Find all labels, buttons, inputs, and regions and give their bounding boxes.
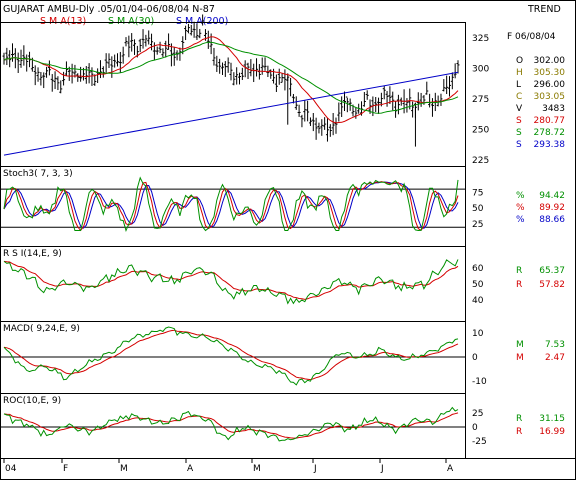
- stoch-k-line: [3, 176, 459, 232]
- rsi-readout-key-0: R: [516, 266, 522, 276]
- macd-readout-key-1: M: [516, 353, 524, 363]
- stoch-readout-value-0: 94.42: [539, 191, 565, 201]
- x-label-1: F: [63, 464, 68, 474]
- rsi-label: R S I(14,E, 9): [3, 249, 62, 259]
- macd-tick-10: 10: [472, 329, 484, 339]
- readout-date: F 06/08/04: [507, 32, 556, 42]
- stoch-readout-value-2: 88.66: [539, 215, 565, 225]
- x-label-7: A: [447, 464, 454, 474]
- x-label-3: A: [187, 464, 194, 474]
- price-readout-key-4: V: [516, 104, 523, 114]
- roc-panel-frame: [0, 393, 466, 459]
- price-readout-value-5: 280.77: [534, 116, 566, 126]
- sma13-legend: S M A(13): [40, 16, 86, 27]
- rsi-readout-key-1: R: [516, 280, 522, 290]
- x-label-6: J: [380, 464, 384, 474]
- macd-tick--10: -10: [472, 377, 487, 387]
- macd-signal-line: [3, 329, 459, 381]
- roc-readout-value-1: 16.99: [539, 427, 565, 437]
- roc-tick-0: 0: [472, 423, 478, 433]
- price-tick-325: 325: [472, 34, 489, 44]
- macd-readout-key-0: M: [516, 340, 524, 350]
- x-label-4: M: [253, 464, 261, 474]
- stoch-readout-value-1: 89.92: [539, 203, 565, 213]
- roc-readout-value-0: 31.15: [539, 414, 565, 424]
- x-label-0: 04: [5, 464, 17, 474]
- price-readout-key-1: H: [516, 68, 523, 78]
- rsi-tick-60: 60: [472, 264, 484, 274]
- price-tick-250: 250: [472, 126, 489, 136]
- roc-readout-key-0: R: [516, 414, 522, 424]
- stoch-label: Stoch3( 7, 3, 3): [3, 169, 73, 179]
- price-readout-value-4: 3483: [542, 104, 565, 114]
- price-readout-value-1: 305.30: [534, 68, 566, 78]
- price-readout-value-7: 293.38: [534, 140, 566, 150]
- sma30-legend: S M A(30): [108, 16, 154, 27]
- chart-title: GUJARAT AMBU-Dly .05/01/04-06/08/04 N-87: [3, 4, 215, 15]
- sma200-line: [3, 71, 459, 156]
- price-tick-300: 300: [472, 65, 489, 75]
- price-readout-key-6: S: [516, 128, 522, 138]
- chart-canvas: GUJARAT AMBU-Dly .05/01/04-06/08/04 N-87…: [0, 0, 576, 480]
- price-panel-frame: [0, 22, 466, 167]
- roc-tick--25: -25: [472, 437, 487, 447]
- price-readout-key-3: C: [516, 92, 522, 102]
- stoch-tick-25: 25: [472, 220, 483, 230]
- roc-readout-key-1: R: [516, 427, 522, 437]
- stoch-readout-key-1: %: [516, 203, 525, 213]
- chart-trend-label: TREND: [527, 4, 561, 15]
- price-readout-value-6: 278.72: [534, 128, 566, 138]
- price-tick-225: 225: [472, 156, 489, 166]
- price-readout-value-2: 296.00: [534, 80, 566, 90]
- price-readout-key-5: S: [516, 116, 522, 126]
- stoch-tick-50: 50: [472, 204, 484, 214]
- rsi-line: [3, 259, 459, 305]
- stoch-readout-key-2: %: [516, 215, 525, 225]
- plot-layer: [0, 14, 466, 463]
- macd-line: [3, 326, 459, 386]
- macd-readout-value-0: 7.53: [545, 340, 565, 350]
- roc-label: ROC(10,E, 9): [3, 396, 61, 406]
- price-readout-key-0: O: [516, 56, 523, 66]
- macd-readout-value-1: 2.47: [545, 353, 565, 363]
- rsi-readout-value-0: 65.37: [539, 266, 565, 276]
- x-label-2: M: [120, 464, 128, 474]
- macd-label: MACD( 9,24,E, 9): [3, 324, 80, 334]
- stoch-tick-75: 75: [472, 188, 483, 198]
- rsi-tick-50: 50: [472, 280, 484, 290]
- price-tick-275: 275: [472, 95, 489, 105]
- x-label-5: J: [313, 464, 317, 474]
- price-readout-key-2: L: [516, 80, 521, 90]
- label-layer: 325300275250225O 302.00H 305.30L 296.00C 303…: [5, 34, 565, 474]
- price-bars: [2, 14, 460, 147]
- price-readout-key-7: S: [516, 140, 522, 150]
- price-readout-value-0: 302.00: [534, 56, 566, 66]
- price-readout-value-3: 303.05: [534, 92, 566, 102]
- macd-tick-0: 0: [472, 353, 478, 363]
- roc-tick-25: 25: [472, 409, 483, 419]
- rsi-readout-value-1: 57.82: [539, 280, 565, 290]
- rsi-tick-40: 40: [472, 296, 484, 306]
- stoch-readout-key-0: %: [516, 191, 525, 201]
